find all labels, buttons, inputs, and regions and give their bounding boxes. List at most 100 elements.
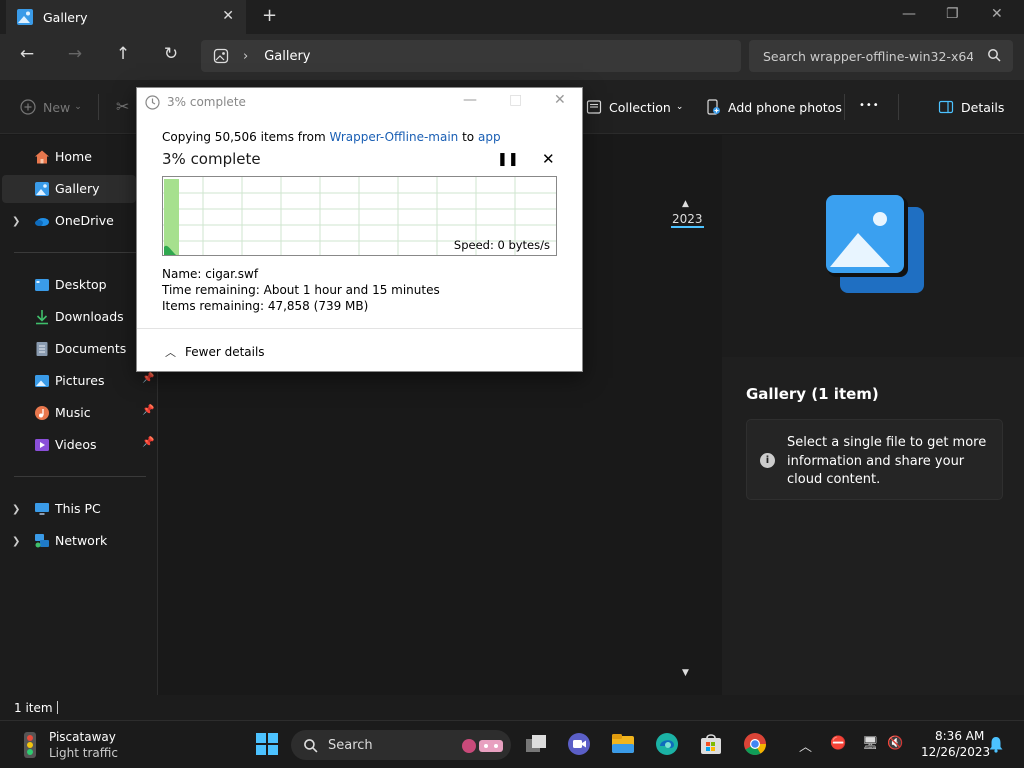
sidebar-label-downloads: Downloads	[55, 309, 124, 324]
sidebar-item-music[interactable]: Music	[2, 399, 136, 427]
sidebar-item-network[interactable]: ❯ Network	[2, 527, 136, 555]
chevron-up-icon: ︿	[165, 346, 176, 359]
details-button[interactable]: Details	[938, 99, 1004, 115]
maximize-button[interactable]: ❐	[946, 6, 959, 22]
expand-chevron-icon[interactable]: ❯	[12, 536, 20, 547]
weather-condition[interactable]: Light traffic	[49, 746, 118, 760]
forward-button[interactable]: →	[63, 44, 87, 64]
sidebar-item-downloads[interactable]: Downloads	[2, 303, 136, 331]
scroll-up-arrow-icon[interactable]: ▲	[682, 199, 689, 209]
progress-heading: 3% complete	[162, 150, 261, 168]
new-tab-button[interactable]: +	[262, 5, 277, 26]
task-view-icon[interactable]	[523, 731, 549, 757]
sidebar-label-onedrive: OneDrive	[55, 213, 114, 228]
close-tab-icon[interactable]: ✕	[222, 8, 234, 24]
collection-button[interactable]: Collection ⌄	[586, 99, 683, 115]
collection-label: Collection	[609, 99, 671, 115]
toolbar-divider	[98, 94, 99, 120]
windows-start-icon[interactable]	[254, 731, 280, 757]
sidebar-item-pictures[interactable]: Pictures	[2, 367, 136, 395]
taskbar: Piscataway Light traffic Search ︿ ⛔ 🖥 🔇 …	[0, 720, 1024, 768]
search-input[interactable]: Search wrapper-offline-win32-x64	[749, 40, 1013, 72]
info-icon: i	[760, 453, 775, 468]
details-info-text: Select a single file to get more informa…	[787, 435, 987, 487]
clock-icon	[145, 95, 160, 110]
meet-icon[interactable]	[566, 731, 592, 757]
minimize-button[interactable]: —	[902, 6, 916, 22]
title-bar: Gallery ✕ + — ❐ ✕	[0, 0, 1024, 34]
scroll-down-arrow-icon[interactable]: ▼	[682, 668, 689, 678]
address-bar[interactable]: › Gallery	[201, 40, 741, 72]
gallery-outline-icon	[213, 48, 229, 64]
sidebar-item-documents[interactable]: Documents	[2, 335, 136, 363]
weather-city[interactable]: Piscataway	[49, 730, 116, 744]
pin-icon[interactable]: 📌	[142, 405, 154, 416]
sidebar-item-videos[interactable]: Videos	[2, 431, 136, 459]
new-button[interactable]: New ⌄	[20, 99, 82, 115]
notification-bell-icon[interactable]	[988, 736, 1004, 753]
refresh-button[interactable]: ↻	[159, 44, 183, 64]
chrome-icon[interactable]	[742, 731, 768, 757]
taskbar-search-box[interactable]: Search	[291, 730, 511, 760]
gallery-large-icon	[826, 195, 924, 293]
source-link[interactable]: Wrapper-Offline-main	[330, 130, 459, 144]
gallery-icon	[35, 182, 49, 196]
traffic-light-icon[interactable]	[18, 731, 42, 759]
address-toolbar: ← → ↑ ↻ › Gallery Search wrapper-offline…	[0, 34, 1024, 80]
network-icon	[35, 534, 49, 548]
sidebar-label-documents: Documents	[55, 341, 127, 356]
fewer-details-button[interactable]: ︿ Fewer details	[165, 344, 265, 360]
sidebar-item-desktop[interactable]: Desktop	[2, 271, 136, 299]
dialog-close-button[interactable]: ✕	[554, 92, 566, 108]
sidebar-item-onedrive[interactable]: ❯ OneDrive	[2, 207, 136, 235]
volume-muted-icon[interactable]: 🔇	[887, 736, 903, 751]
sidebar-item-gallery[interactable]: Gallery	[2, 175, 136, 203]
cloud-icon	[35, 218, 49, 226]
transfer-speed: Speed: 0 bytes/s	[453, 238, 550, 252]
sidebar-item-home[interactable]: Home	[2, 143, 136, 171]
dialog-title-bar[interactable]: 3% complete — □ ✕	[137, 88, 582, 116]
up-button[interactable]: ↑	[111, 44, 135, 64]
items-remaining: Items remaining: 47,858 (739 MB)	[162, 299, 369, 313]
navigation-pane: Home Gallery ❯ OneDrive Desktop 📌 Down	[0, 135, 158, 695]
details-pane-icon	[938, 100, 954, 114]
copy-progress-dialog: 3% complete — □ ✕ Copying 50,506 items f…	[136, 87, 583, 372]
dialog-minimize-button[interactable]: —	[463, 92, 477, 108]
details-preview	[722, 135, 1024, 357]
dialog-maximize-button[interactable]: □	[509, 92, 522, 108]
desktop-icon	[35, 279, 49, 291]
add-phone-photos-button[interactable]: Add phone photos	[705, 99, 842, 115]
back-button[interactable]: ←	[15, 44, 39, 64]
cancel-button[interactable]: ✕	[542, 150, 555, 168]
expand-chevron-icon[interactable]: ❯	[12, 216, 20, 227]
network-disconnected-icon[interactable]: ⛔	[830, 736, 846, 751]
more-options-button[interactable]: •••	[859, 100, 880, 111]
chevron-up-icon[interactable]: ︿	[799, 736, 812, 755]
tab-gallery[interactable]: Gallery ✕	[6, 0, 246, 34]
cut-icon[interactable]: ✂	[116, 97, 129, 116]
timeline-year-label[interactable]: 2023	[671, 212, 704, 228]
edge-icon[interactable]	[654, 731, 680, 757]
add-phone-label: Add phone photos	[728, 99, 842, 115]
gallery-icon	[17, 9, 33, 25]
microsoft-store-icon[interactable]	[698, 731, 724, 757]
new-label: New	[43, 99, 71, 115]
clock-date[interactable]: 12/26/2023	[921, 745, 990, 759]
destination-link[interactable]: app	[478, 130, 501, 144]
phone-icon	[707, 99, 720, 115]
chevron-down-icon: ⌄	[74, 102, 82, 112]
status-divider	[57, 701, 58, 714]
pin-icon[interactable]: 📌	[142, 373, 154, 384]
breadcrumb-gallery[interactable]: Gallery	[264, 49, 310, 64]
sidebar-label-pictures: Pictures	[55, 373, 105, 388]
expand-chevron-icon[interactable]: ❯	[12, 504, 20, 515]
close-window-button[interactable]: ✕	[991, 6, 1003, 22]
file-explorer-icon[interactable]	[610, 731, 636, 757]
clock-time[interactable]: 8:36 AM	[935, 729, 984, 743]
pause-button[interactable]: ❚❚	[497, 152, 519, 167]
pin-icon[interactable]: 📌	[142, 437, 154, 448]
breadcrumb-chevron-icon[interactable]: ›	[243, 49, 248, 64]
sidebar-item-thispc[interactable]: ❯ This PC	[2, 495, 136, 523]
display-icon[interactable]: 🖥	[862, 736, 879, 751]
collection-icon	[586, 100, 602, 114]
